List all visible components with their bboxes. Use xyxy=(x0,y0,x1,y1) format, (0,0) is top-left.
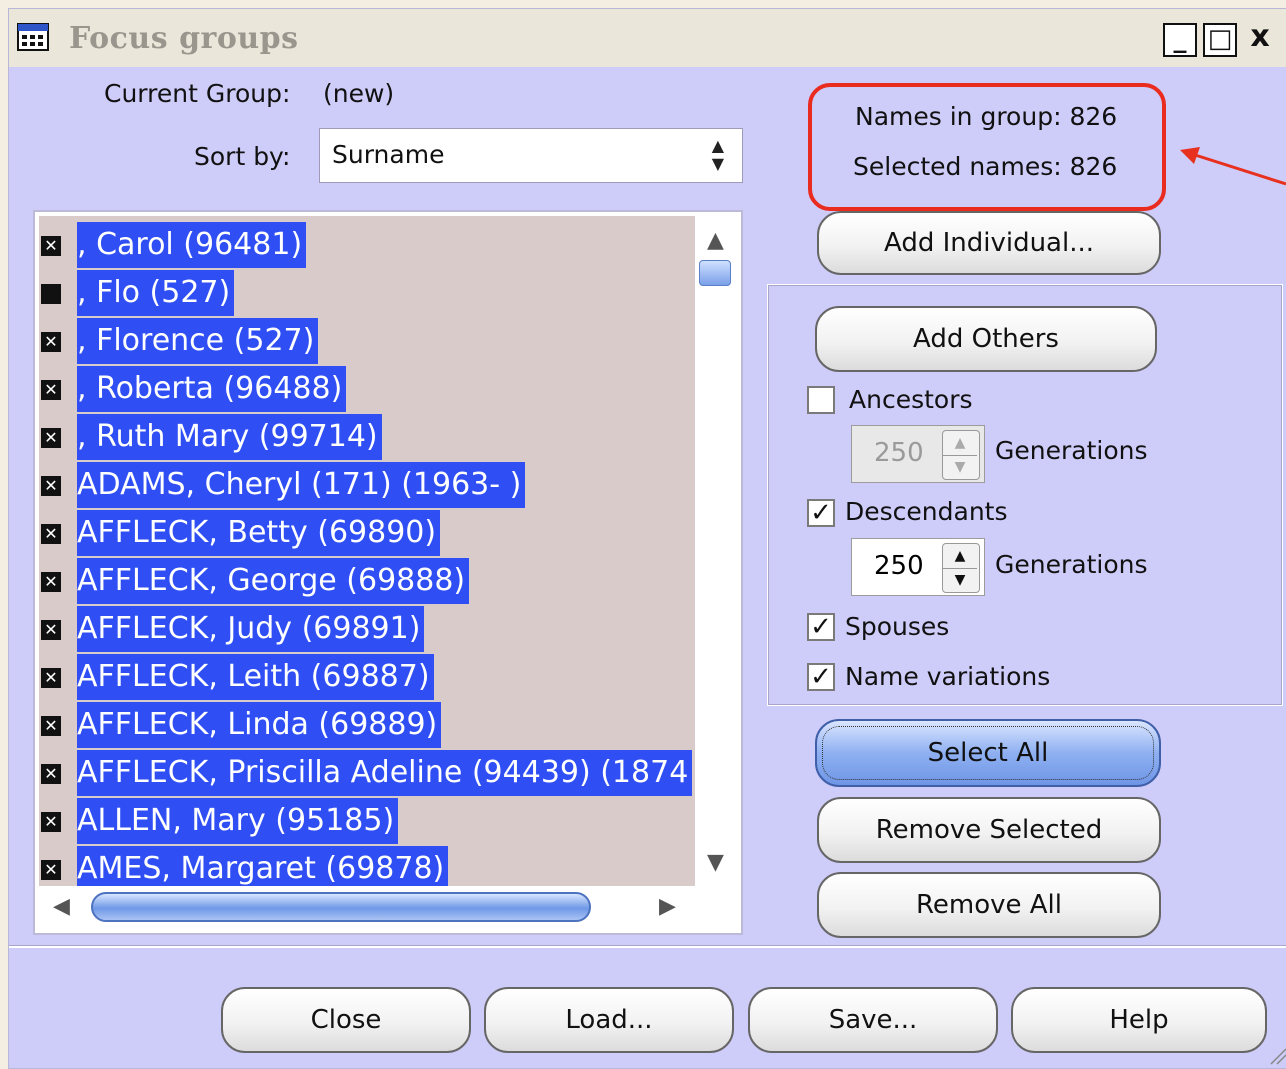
list-item-text: ALLEN, Mary (95185) xyxy=(77,798,399,844)
title-bar[interactable]: Focus groups _ □ x xyxy=(9,9,1286,67)
x-mark-icon: ✕ xyxy=(41,812,61,832)
list-item-text: AFFLECK, Priscilla Adeline (94439) (1874 xyxy=(77,750,693,796)
x-mark-icon: ✕ xyxy=(41,860,61,880)
sort-by-value: Surname xyxy=(332,140,445,169)
scroll-right-icon[interactable]: ▶ xyxy=(659,894,676,919)
vertical-scrollbar[interactable]: ▲ ▼ xyxy=(697,216,737,886)
list-item-text: , Carol (96481) xyxy=(77,222,307,268)
updown-arrows-icon: ▲ ▼ xyxy=(711,136,724,173)
select-all-button[interactable]: Select All xyxy=(815,719,1161,787)
ancestors-generations-label: Generations xyxy=(995,436,1148,465)
list-item-text: AFFLECK, Betty (69890) xyxy=(77,510,441,556)
minimize-button[interactable]: _ xyxy=(1163,23,1197,57)
sort-by-label: Sort by: xyxy=(194,142,291,171)
list-item-text: AFFLECK, George (69888) xyxy=(77,558,470,604)
resize-grip-icon[interactable] xyxy=(1267,1045,1286,1065)
spouses-label: Spouses xyxy=(845,612,950,641)
add-others-button[interactable]: Add Others xyxy=(815,306,1157,372)
spin-down-icon[interactable]: ▼ xyxy=(943,568,977,592)
spin-buttons[interactable]: ▲ ▼ xyxy=(942,543,980,593)
app-icon xyxy=(17,23,49,51)
list-item-text: , Ruth Mary (99714) xyxy=(77,414,382,460)
x-mark-icon: ✕ xyxy=(41,764,61,784)
list-item-text: AFFLECK, Leith (69887) xyxy=(77,654,434,700)
names-list[interactable]: ✕ , Carol (96481) , Flo (527) ✕ , Florence… xyxy=(33,210,743,935)
current-group-label: Current Group: xyxy=(104,79,291,108)
names-list-viewport[interactable]: ✕ , Carol (96481) , Flo (527) ✕ , Florence… xyxy=(39,216,695,886)
footer-separator xyxy=(9,945,1286,948)
add-individual-button[interactable]: Add Individual... xyxy=(817,211,1161,275)
load-button[interactable]: Load... xyxy=(484,987,734,1053)
list-item-text: , Florence (527) xyxy=(77,318,319,364)
maximize-button[interactable]: □ xyxy=(1203,23,1237,57)
selected-names-count: Selected names: 826 xyxy=(853,152,1118,181)
names-in-group-count: Names in group: 826 xyxy=(855,102,1118,131)
ancestors-generations-value: 250 xyxy=(874,438,924,468)
save-button[interactable]: Save... xyxy=(748,987,998,1053)
x-mark-icon: ✕ xyxy=(41,380,61,400)
x-mark-icon: ✕ xyxy=(41,524,61,544)
remove-selected-button[interactable]: Remove Selected xyxy=(817,797,1161,863)
x-mark-icon: ✕ xyxy=(41,716,61,736)
x-mark-icon: ✕ xyxy=(41,620,61,640)
descendants-label: Descendants xyxy=(845,497,1008,526)
close-window-button[interactable]: x xyxy=(1243,22,1277,57)
scroll-down-icon[interactable]: ▼ xyxy=(707,850,724,875)
spin-up-icon[interactable]: ▲ xyxy=(943,544,977,569)
descendants-generations-stepper[interactable]: 250 ▲ ▼ xyxy=(851,538,985,596)
x-mark-icon: ✕ xyxy=(41,428,61,448)
list-item-text: AMES, Margaret (69878) xyxy=(77,846,449,886)
remove-all-button[interactable]: Remove All xyxy=(817,872,1161,938)
ancestors-checkbox[interactable] xyxy=(807,386,835,414)
descendants-checkbox[interactable]: ✓ xyxy=(807,499,835,527)
scroll-up-icon[interactable]: ▲ xyxy=(707,228,724,253)
current-group-value: (new) xyxy=(323,79,395,108)
descendants-generations-label: Generations xyxy=(995,550,1148,579)
name-variations-label: Name variations xyxy=(845,662,1051,691)
list-item-text: AFFLECK, Linda (69889) xyxy=(77,702,442,748)
x-mark-icon: ✕ xyxy=(41,332,61,352)
spin-down-icon: ▼ xyxy=(954,459,966,475)
scroll-left-icon[interactable]: ◀ xyxy=(53,894,70,919)
list-item-text: , Roberta (96488) xyxy=(77,366,347,412)
help-button[interactable]: Help xyxy=(1011,987,1267,1053)
name-variations-checkbox[interactable]: ✓ xyxy=(807,663,835,691)
focus-groups-window: Focus groups _ □ x Current Group: (new) … xyxy=(8,8,1286,1069)
annotation-arrow-icon xyxy=(1180,147,1286,186)
list-item-text: , Flo (527) xyxy=(77,270,235,316)
horizontal-scroll-thumb[interactable] xyxy=(91,892,591,922)
descendants-generations-value: 250 xyxy=(874,551,924,581)
sort-by-select[interactable]: Surname ▲ ▼ xyxy=(319,128,743,183)
x-mark-icon: ✕ xyxy=(41,668,61,688)
spouses-checkbox[interactable]: ✓ xyxy=(807,613,835,641)
window-title: Focus groups xyxy=(69,21,299,56)
filled-square-icon xyxy=(41,284,61,304)
list-item-text: ADAMS, Cheryl (171) (1963- ) xyxy=(77,462,526,508)
vertical-scroll-thumb[interactable] xyxy=(699,260,731,286)
horizontal-scrollbar[interactable]: ◀ ▶ xyxy=(39,888,695,928)
x-mark-icon: ✕ xyxy=(41,236,61,256)
spin-buttons: ▲ ▼ xyxy=(942,430,980,480)
spin-up-icon: ▲ xyxy=(943,431,977,456)
x-mark-icon: ✕ xyxy=(41,476,61,496)
ancestors-label: Ancestors xyxy=(849,385,973,414)
ancestors-generations-stepper: 250 ▲ ▼ xyxy=(851,425,985,483)
list-item-text: AFFLECK, Judy (69891) xyxy=(77,606,425,652)
x-mark-icon: ✕ xyxy=(41,572,61,592)
close-button[interactable]: Close xyxy=(221,987,471,1053)
